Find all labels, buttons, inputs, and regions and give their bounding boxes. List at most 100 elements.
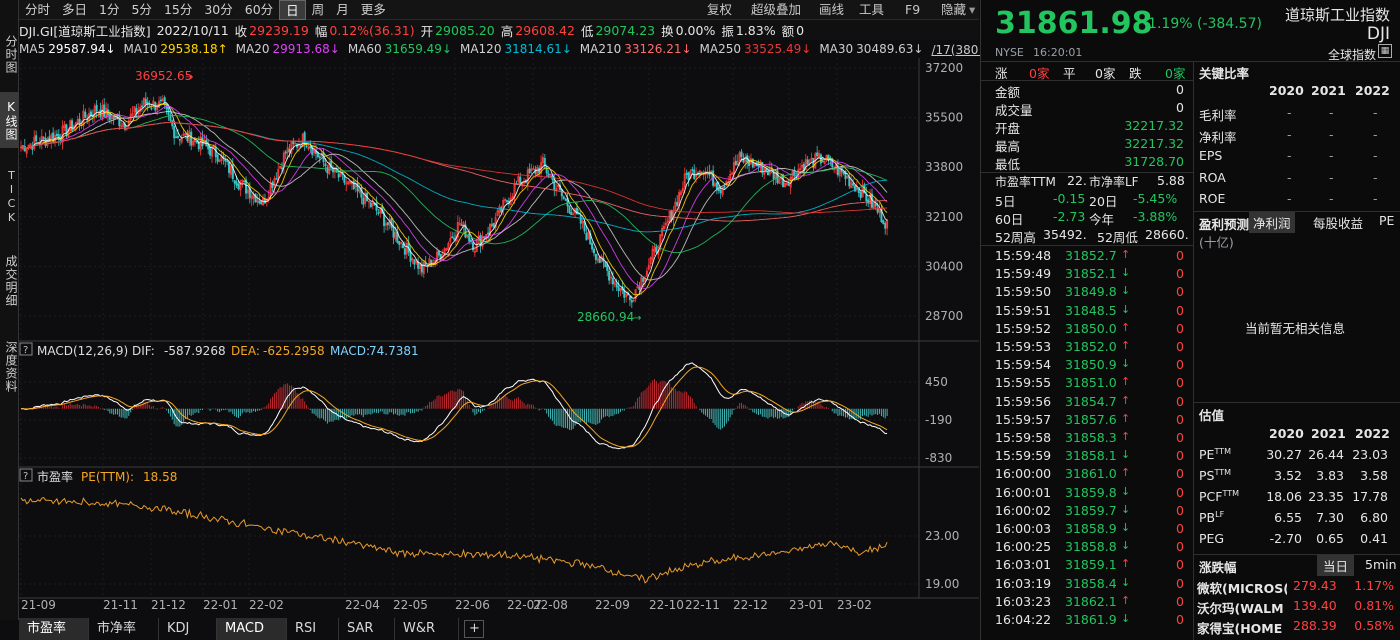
dropdown-caret-icon[interactable]: ▾ [969, 0, 975, 20]
candle-body [271, 182, 274, 188]
ma-label: MA20 [235, 42, 270, 56]
valuation-value: 23.35 [1308, 489, 1344, 504]
candle-body [453, 237, 456, 240]
candle-body [460, 224, 463, 227]
x-axis-label: 22-02 [249, 598, 284, 612]
ma-label: MA250 [699, 42, 742, 56]
nav-tick[interactable]: TICK [0, 160, 19, 234]
period-5min[interactable]: 5分 [125, 0, 157, 20]
forecast-tab-pe[interactable]: PE [1379, 213, 1394, 228]
candle-body [224, 159, 227, 162]
candle-body [305, 145, 308, 148]
tools-button[interactable]: 工具 [859, 0, 884, 20]
period-30min[interactable]: 30分 [198, 0, 238, 20]
tab-pe[interactable]: 市盈率 [19, 618, 89, 640]
candle-body [258, 200, 261, 204]
tick-volume: 0 [1176, 521, 1184, 536]
period-week[interactable]: 周 [306, 0, 331, 20]
valuation-sup: TTM [1214, 447, 1231, 456]
d20-value: -5.45% [1133, 191, 1178, 206]
mover-name[interactable]: 沃尔玛(WALM [1197, 598, 1287, 617]
x-axis-label: 22-04 [345, 598, 380, 612]
movers-tab-today[interactable]: 当日 [1317, 555, 1355, 576]
forecast-tab-eps[interactable]: 每股收益 [1313, 213, 1363, 232]
ma-label: MA60 [347, 42, 382, 56]
tick-price: 31848.5 [1065, 302, 1117, 318]
candle-body [226, 160, 229, 162]
period-month[interactable]: 月 [330, 0, 355, 20]
mover-name[interactable]: 家得宝(HOME [1197, 618, 1287, 637]
mover-price: 139.40 [1293, 598, 1337, 613]
period-multiday[interactable]: 多日 [56, 0, 93, 20]
candle-body [579, 215, 582, 224]
draw-line-button[interactable]: 画线 [819, 0, 844, 20]
restore-rights-button[interactable]: 复权 [707, 0, 732, 20]
candle-body [159, 99, 162, 102]
f9-button[interactable]: F9 [905, 0, 920, 20]
pe-ttm-label: 市盈率TTM [995, 175, 1056, 189]
ma-ma5: MA5 29587.94↓ [19, 42, 116, 56]
candle-body [42, 137, 45, 139]
candle-body [201, 137, 204, 146]
stat-label: 成交量 [995, 103, 1033, 118]
candle-body [190, 131, 193, 146]
macd-macd-label: MACD: [330, 344, 370, 358]
movers-tab-5min[interactable]: 5min [1365, 557, 1397, 572]
candle-body [492, 222, 495, 227]
ratio-empty: - [1373, 105, 1378, 120]
up-arrow-icon: ↑ [1121, 375, 1131, 389]
tab-pb[interactable]: 市净率 [89, 618, 159, 640]
tick-price: 31858.1 [1065, 448, 1117, 464]
tab-macd[interactable]: MACD [217, 618, 287, 640]
pe-ttm-value: 22. [1067, 173, 1087, 188]
nav-timeshare[interactable]: 分时图 [0, 26, 19, 82]
tick-volume: 0 [1176, 339, 1184, 354]
ma-ma10: MA10 29538.18↑ [124, 42, 228, 56]
candle-body [141, 105, 144, 108]
up-arrow-icon: ↑ [1121, 557, 1131, 571]
tick-time: 15:59:58 [995, 430, 1052, 445]
x-axis-label: 23-01 [789, 598, 824, 612]
tick-time: 15:59:49 [995, 266, 1052, 282]
mover-name[interactable]: 微软(MICROS( [1197, 578, 1287, 597]
hide-button[interactable]: 隐藏 [941, 0, 966, 20]
period-timeshare[interactable]: 分时 [19, 0, 56, 20]
candle-body [260, 200, 263, 204]
x-axis-label: 21-09 [21, 598, 56, 612]
candle-body [398, 241, 401, 245]
period-1min[interactable]: 1分 [93, 0, 125, 20]
tab-wr[interactable]: W&R [395, 618, 459, 640]
quote-time: 16:20:01 [1033, 46, 1083, 59]
tick-price: 31857.6 [1065, 411, 1117, 427]
super-overlay-button[interactable]: 超级叠加 [751, 0, 801, 20]
tick-price: 31859.1 [1065, 557, 1117, 573]
period-15min[interactable]: 15分 [158, 0, 198, 20]
tab-sar[interactable]: SAR [339, 618, 395, 640]
ma-label: MA30 [819, 42, 854, 56]
exchange-label: NYSE [995, 46, 1024, 59]
d5-value: -0.15 [1053, 191, 1086, 206]
forecast-tab-net-profit[interactable]: 净利润 [1249, 212, 1295, 233]
period-more[interactable]: 更多 [355, 0, 392, 20]
grid-icon[interactable]: ▦ [1378, 44, 1392, 58]
right-quote-panel: 31861.98 -1.19% (-384.57) 道琼斯工业指数 DJI NY… [980, 0, 1400, 640]
tab-rsi[interactable]: RSI [287, 618, 339, 640]
d20-label: 20日 [1089, 194, 1118, 209]
nav-kline[interactable]: K线图 [0, 92, 19, 148]
key-ratio-label: ROA [1199, 169, 1226, 185]
add-tab-icon[interactable]: + [464, 620, 484, 638]
candle-body [757, 164, 760, 167]
candle-body [564, 199, 567, 201]
tab-kdj[interactable]: KDJ [159, 618, 217, 640]
nav-trade-detail[interactable]: 成交明细 [0, 244, 19, 318]
period-day[interactable]: 日 [279, 0, 306, 20]
nav-depth[interactable]: 深度资料 [0, 330, 19, 404]
ma-ma250: MA250 33525.49↓ [700, 42, 812, 56]
period-60min[interactable]: 60分 [239, 0, 279, 20]
candle-body [604, 261, 607, 268]
candle-body [806, 159, 809, 165]
valuation-value: -2.70 [1269, 531, 1302, 546]
kline-chart[interactable]: 37200 35500 33800 32100 30400 28700 21-09 21-11… [19, 58, 979, 618]
high-arrow-icon: → [185, 72, 193, 83]
x-axis-label: 22-10 [649, 598, 684, 612]
